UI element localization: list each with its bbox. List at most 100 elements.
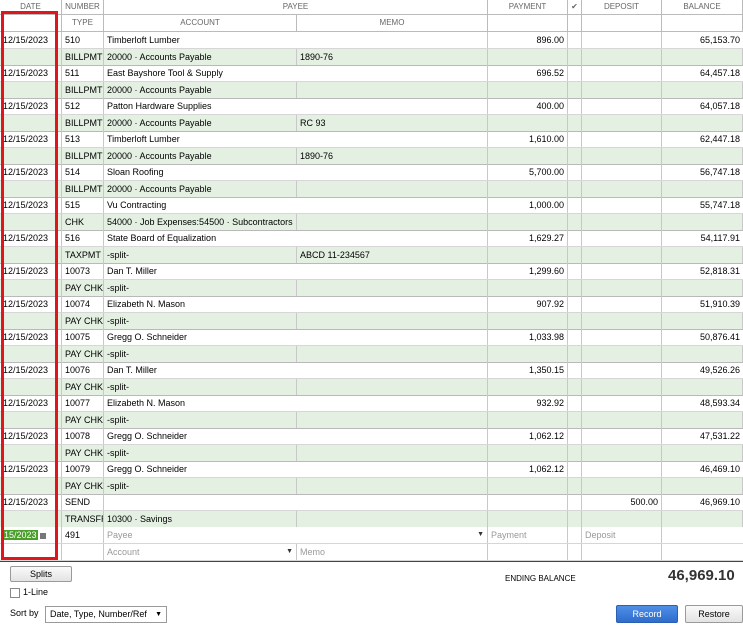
transaction-row[interactable]: 12/15/2023 10075 Gregg O. Schneider 1,033.9… [0,329,743,363]
txn-cleared[interactable] [568,428,582,444]
txn-payee[interactable]: Gregg O. Schneider [104,461,488,477]
txn-memo[interactable] [297,214,488,230]
txn-payee[interactable] [104,494,488,510]
txn-number[interactable]: 511 [62,65,104,81]
transaction-row[interactable]: 12/15/2023 10078 Gregg O. Schneider 1,062.1… [0,428,743,462]
txn-cleared[interactable] [568,461,582,477]
txn-cleared[interactable] [568,98,582,114]
txn-cleared[interactable] [568,263,582,279]
txn-date[interactable]: 12/15/2023 [0,263,62,279]
txn-number[interactable]: 513 [62,131,104,147]
transaction-line-2[interactable]: PAY CHK -split- [0,379,743,396]
txn-payment[interactable]: 1,062.12 [488,428,568,444]
txn-payee[interactable]: Dan T. Miller [104,263,488,279]
txn-date[interactable]: 12/15/2023 [0,428,62,444]
transaction-line-2[interactable]: PAY CHK -split- [0,280,743,297]
txn-account[interactable]: 10300 · Savings [104,511,297,527]
col-header-cleared[interactable]: ✔ [568,0,582,14]
txn-deposit[interactable] [582,230,662,246]
entry-date-value[interactable]: 15/2023 [3,530,38,540]
txn-payment[interactable]: 1,350.15 [488,362,568,378]
txn-account[interactable]: 20000 · Accounts Payable [104,49,297,65]
txn-number[interactable]: 512 [62,98,104,114]
transaction-row[interactable]: 12/15/2023 514 Sloan Roofing 5,700.00 56,747… [0,164,743,198]
txn-cleared[interactable] [568,164,582,180]
col-header-balance[interactable]: BALANCE [662,0,743,14]
txn-date[interactable]: 12/15/2023 [0,329,62,345]
txn-number[interactable]: 510 [62,32,104,48]
transaction-line-2[interactable]: CHK 54000 · Job Expenses:54500 · Subcontr… [0,214,743,231]
txn-cleared[interactable] [568,65,582,81]
entry-deposit-field[interactable]: Deposit [582,527,662,543]
txn-deposit[interactable] [582,428,662,444]
txn-payment[interactable]: 400.00 [488,98,568,114]
txn-number[interactable]: 10073 [62,263,104,279]
transaction-row[interactable]: 12/15/2023 10079 Gregg O. Schneider 1,062.1… [0,461,743,495]
txn-cleared[interactable] [568,362,582,378]
txn-payee[interactable]: Elizabeth N. Mason [104,296,488,312]
txn-deposit[interactable] [582,32,662,48]
txn-deposit[interactable] [582,164,662,180]
txn-number[interactable]: 10078 [62,428,104,444]
txn-date[interactable]: 12/15/2023 [0,65,62,81]
txn-memo[interactable] [297,82,488,98]
transaction-line-1[interactable]: 12/15/2023 515 Vu Contracting 1,000.00 55,74… [0,197,743,214]
transaction-line-1[interactable]: 12/15/2023 513 Timberloft Lumber 1,610.00 62… [0,131,743,148]
txn-date[interactable]: 12/15/2023 [0,494,62,510]
calendar-icon[interactable] [39,532,46,539]
txn-payee[interactable]: Timberloft Lumber [104,131,488,147]
txn-account[interactable]: 54000 · Job Expenses:54500 · Subcontract… [104,214,297,230]
txn-number[interactable]: 10079 [62,461,104,477]
col-header-date[interactable]: DATE [0,0,62,14]
transaction-line-2[interactable]: PAY CHK -split- [0,412,743,429]
txn-account[interactable]: -split- [104,412,297,428]
txn-deposit[interactable] [582,65,662,81]
txn-account[interactable]: -split- [104,379,297,395]
txn-date[interactable]: 12/15/2023 [0,164,62,180]
col-header-deposit[interactable]: DEPOSIT [582,0,662,14]
transaction-line-1[interactable]: 12/15/2023 10078 Gregg O. Schneider 1,062.1… [0,428,743,445]
txn-account[interactable]: 20000 · Accounts Payable [104,148,297,164]
txn-memo[interactable] [297,280,488,296]
txn-number[interactable]: 10077 [62,395,104,411]
txn-account[interactable]: -split- [104,346,297,362]
txn-payee[interactable]: Gregg O. Schneider [104,329,488,345]
entry-number-field[interactable]: 491 [62,527,104,543]
txn-payee[interactable]: Sloan Roofing [104,164,488,180]
entry-payee-field[interactable]: Payee ▼ [104,527,488,543]
txn-payment[interactable] [488,494,568,510]
transaction-line-2[interactable]: PAY CHK -split- [0,313,743,330]
col-header-memo[interactable]: MEMO [297,15,488,31]
transaction-line-1[interactable]: 12/15/2023 10074 Elizabeth N. Mason 907.92 5… [0,296,743,313]
txn-cleared[interactable] [568,395,582,411]
txn-payment[interactable]: 1,610.00 [488,131,568,147]
txn-date[interactable]: 12/15/2023 [0,461,62,477]
txn-account[interactable]: 20000 · Accounts Payable [104,115,297,131]
transaction-line-2[interactable]: PAY CHK -split- [0,478,743,495]
txn-memo[interactable]: 1890-76 [297,49,488,65]
txn-cleared[interactable] [568,131,582,147]
txn-payment[interactable]: 932.92 [488,395,568,411]
transaction-line-1[interactable]: 12/15/2023 512 Patton Hardware Supplies 400… [0,98,743,115]
transaction-line-1[interactable]: 12/15/2023 10076 Dan T. Miller 1,350.15 49,5… [0,362,743,379]
col-header-payment[interactable]: PAYMENT [488,0,568,14]
restore-button[interactable]: Restore [685,605,743,623]
transaction-row[interactable]: 12/15/2023 516 State Board of Equalization… [0,230,743,264]
transaction-line-2[interactable]: BILLPMT 20000 · Accounts Payable [0,82,743,99]
transaction-row[interactable]: 12/15/2023 10076 Dan T. Miller 1,350.15 49,5… [0,362,743,396]
transaction-line-1[interactable]: 12/15/2023 10079 Gregg O. Schneider 1,062.1… [0,461,743,478]
txn-payment[interactable]: 1,000.00 [488,197,568,213]
entry-payment-field[interactable]: Payment [488,527,568,543]
transaction-line-2[interactable]: BILLPMT 20000 · Accounts Payable 1890-76 [0,49,743,66]
txn-payee[interactable]: State Board of Equalization [104,230,488,246]
txn-cleared[interactable] [568,32,582,48]
txn-date[interactable]: 12/15/2023 [0,395,62,411]
txn-deposit[interactable]: 500.00 [582,494,662,510]
txn-memo[interactable]: RC 93 [297,115,488,131]
txn-account[interactable]: 20000 · Accounts Payable [104,82,297,98]
col-header-number[interactable]: NUMBER [62,0,104,14]
txn-payee[interactable]: Gregg O. Schneider [104,428,488,444]
txn-memo[interactable] [297,346,488,362]
txn-payee[interactable]: Elizabeth N. Mason [104,395,488,411]
txn-deposit[interactable] [582,395,662,411]
